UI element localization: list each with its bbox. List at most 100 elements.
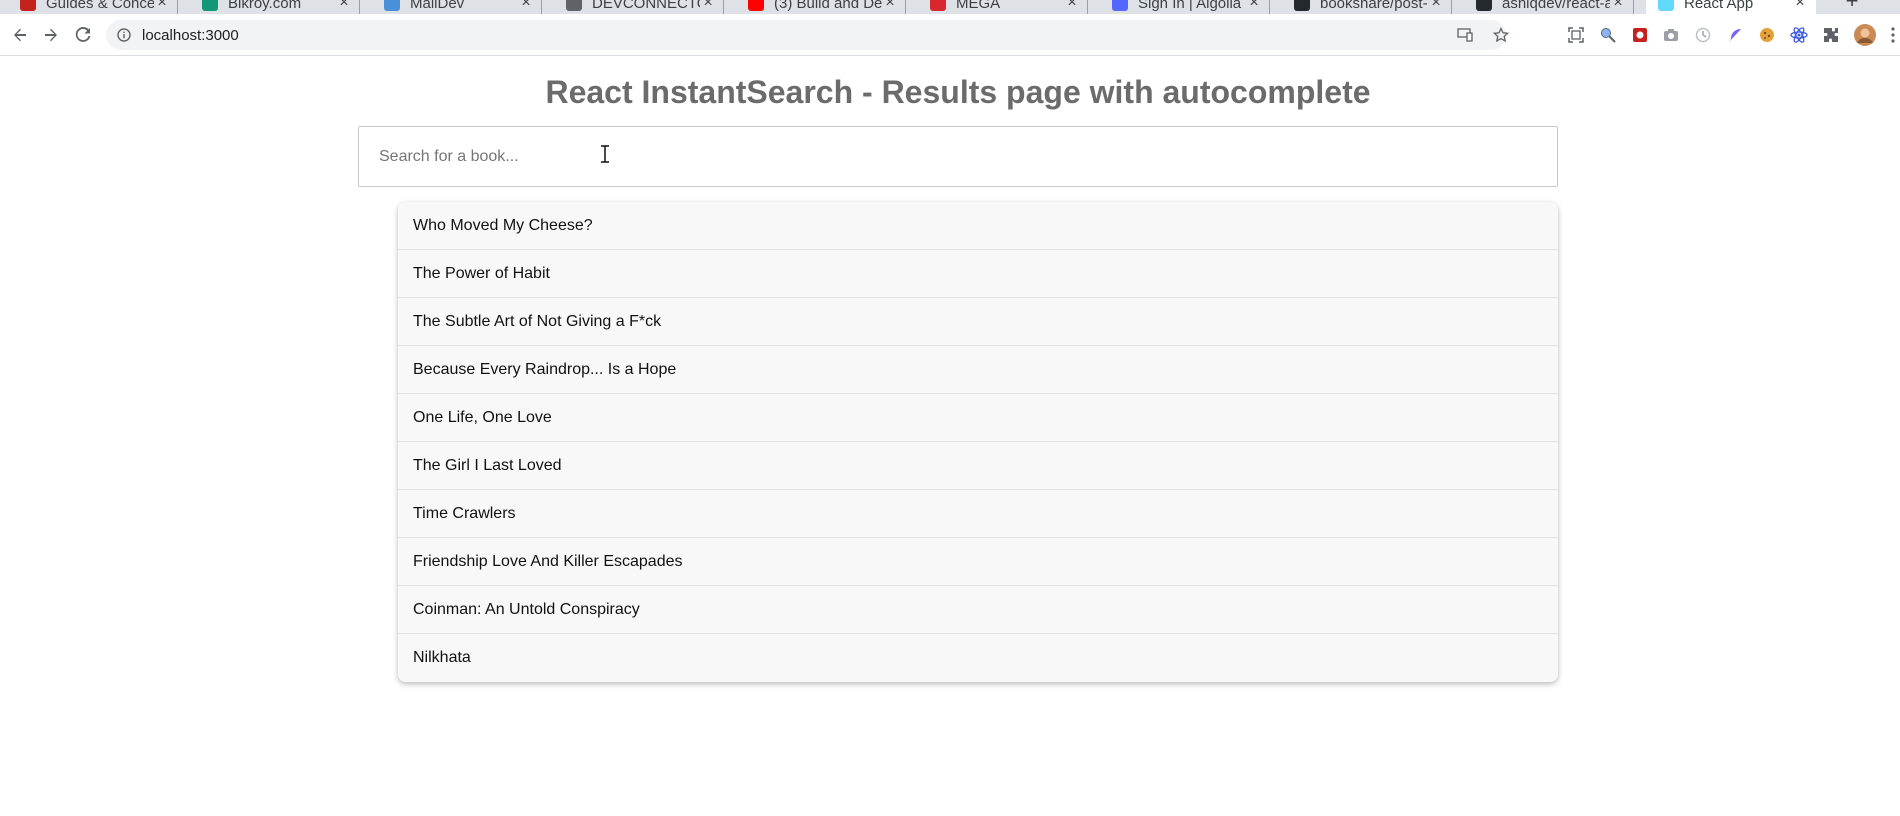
cookie-extension-icon[interactable] [1758, 26, 1776, 44]
result-item[interactable]: Nilkhata [398, 634, 1558, 682]
tab-5[interactable]: MEGA × [918, 0, 1088, 14]
magnifier-extension-icon[interactable] [1599, 26, 1617, 44]
page-content: React InstantSearch - Results page with … [0, 57, 1900, 816]
tab-8[interactable]: ashiqdev/react-au × [1464, 0, 1634, 14]
tab-6[interactable]: Sign In | Algolia × [1100, 0, 1270, 14]
tab-label: MailDev [410, 0, 465, 12]
result-item[interactable]: Who Moved My Cheese? [398, 202, 1558, 250]
bug-favicon-icon [20, 0, 36, 11]
tab-label: bookshare/post-se [1320, 0, 1428, 12]
tab-separator [1633, 0, 1634, 14]
result-item[interactable]: One Life, One Love [398, 394, 1558, 442]
close-tab-icon[interactable]: × [1428, 0, 1444, 11]
tab-separator [1451, 0, 1452, 14]
search-input[interactable] [379, 127, 1539, 186]
globe-favicon-icon [566, 0, 582, 11]
tab-separator [1087, 0, 1088, 14]
result-item[interactable]: The Subtle Art of Not Giving a F*ck [398, 298, 1558, 346]
result-title: One Life, One Love [413, 408, 552, 426]
browser-toolbar: localhost:3000 [0, 14, 1900, 56]
result-title: Friendship Love And Killer Escapades [413, 552, 683, 570]
close-tab-icon[interactable]: × [1246, 0, 1262, 11]
close-tab-icon[interactable]: × [336, 0, 352, 11]
forward-button[interactable] [39, 23, 63, 47]
close-tab-icon[interactable]: × [154, 0, 170, 11]
close-tab-icon[interactable]: × [1792, 0, 1808, 11]
close-tab-icon[interactable]: × [1064, 0, 1080, 11]
back-button[interactable] [8, 23, 32, 47]
url-text[interactable]: localhost:3000 [142, 27, 239, 44]
tab-3[interactable]: DEVCONNECTOR× [554, 0, 724, 14]
reload-button[interactable] [71, 23, 95, 47]
camera-extension-icon[interactable] [1662, 26, 1680, 44]
react-favicon-icon [1658, 0, 1674, 11]
profile-avatar[interactable] [1854, 24, 1876, 46]
result-title: The Girl I Last Loved [413, 456, 562, 474]
image-extension-icon[interactable] [1631, 26, 1649, 44]
react-devtools-icon[interactable] [1790, 26, 1808, 44]
tab-label: Guides & Concepts [46, 0, 154, 12]
result-title: Time Crawlers [413, 504, 516, 522]
tab-7[interactable]: bookshare/post-se× [1282, 0, 1452, 14]
text-cursor-icon [601, 145, 609, 163]
feather-extension-icon[interactable] [1726, 26, 1744, 44]
arrow-left-icon [14, 28, 26, 42]
info-icon[interactable] [116, 27, 132, 43]
tab-label: ashiqdev/react-au [1502, 0, 1610, 12]
tab-0[interactable]: Guides & Concepts× [8, 0, 178, 14]
result-item[interactable]: Time Crawlers [398, 490, 1558, 538]
autocomplete-results: Who Moved My Cheese? The Power of Habit Th… [398, 202, 1558, 682]
tab-separator [177, 0, 178, 14]
result-title: Nilkhata [413, 649, 471, 666]
result-item[interactable]: The Power of Habit [398, 250, 1558, 298]
screenshot-extension-icon[interactable] [1567, 26, 1585, 44]
tab-separator [359, 0, 360, 14]
tab-separator [1269, 0, 1270, 14]
bookmark-star-icon[interactable] [1492, 27, 1510, 43]
puzzle-extensions-icon[interactable] [1822, 26, 1840, 44]
tab-label: (3) Build and Deploy [774, 0, 882, 12]
menu-kebab-icon[interactable] [1888, 26, 1898, 44]
tab-label: Sign In | Algolia [1138, 0, 1242, 12]
arrow-right-icon [45, 28, 57, 42]
close-tab-icon[interactable]: × [700, 0, 716, 11]
github-favicon-icon [1476, 0, 1492, 11]
reload-icon [75, 27, 91, 42]
tab-1[interactable]: Bikroy.com × [190, 0, 360, 14]
tab-separator [905, 0, 906, 14]
timer-extension-icon[interactable] [1694, 26, 1712, 44]
address-bar[interactable]: localhost:3000 [106, 20, 1509, 50]
cast-icon[interactable] [1456, 27, 1474, 43]
result-item[interactable]: Friendship Love And Killer Escapades [398, 538, 1558, 586]
tab-separator [723, 0, 724, 14]
algolia-favicon-icon [1112, 0, 1128, 11]
github-favicon-icon [1294, 0, 1310, 11]
result-title: The Subtle Art of Not Giving a F*ck [413, 312, 662, 330]
tab-label: DEVCONNECTOR [592, 0, 700, 12]
tab-label: MEGA [956, 0, 1001, 12]
tab-9[interactable]: React App × [1646, 0, 1816, 14]
tab-strip: Guides & Concepts×Bikroy.com×MailDev×DEV… [0, 0, 1900, 14]
result-title: Because Every Raindrop... Is a Hope [413, 360, 677, 378]
search-box[interactable] [358, 126, 1558, 187]
tab-separator [541, 0, 542, 14]
mail-favicon-icon [384, 0, 400, 11]
tab-4[interactable]: (3) Build and Deploy× [736, 0, 906, 14]
close-tab-icon[interactable]: × [1610, 0, 1626, 11]
result-item[interactable]: Because Every Raindrop... Is a Hope [398, 346, 1558, 394]
mega-favicon-icon [930, 0, 946, 11]
tab-label: React App [1684, 0, 1754, 12]
result-title: Coinman: An Untold Conspiracy [413, 600, 640, 618]
result-title: Who Moved My Cheese? [413, 216, 593, 234]
result-item[interactable]: Coinman: An Untold Conspiracy [398, 586, 1558, 634]
result-item[interactable]: The Girl I Last Loved [398, 442, 1558, 490]
close-tab-icon[interactable]: × [882, 0, 898, 11]
result-title: The Power of Habit [413, 264, 550, 282]
page-title: React InstantSearch - Results page with … [545, 74, 1371, 110]
close-tab-icon[interactable]: × [518, 0, 534, 11]
new-tab-button[interactable]: + [1840, 0, 1864, 14]
bag-favicon-icon [202, 0, 218, 11]
tab-label: Bikroy.com [228, 0, 302, 12]
youtube-favicon-icon [748, 0, 764, 11]
tab-2[interactable]: MailDev × [372, 0, 542, 14]
